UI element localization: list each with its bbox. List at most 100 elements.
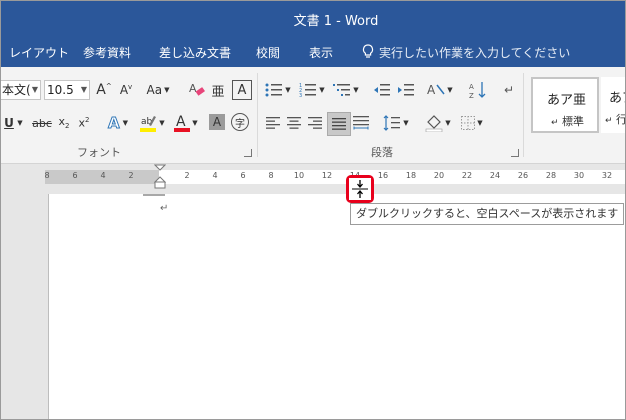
justify-icon	[332, 118, 346, 130]
underline-icon: U	[4, 116, 14, 130]
underline-dropdown[interactable]: ▼	[15, 112, 25, 134]
group-separator	[257, 73, 258, 157]
tell-me-text: 実行したい作業を入力してください	[379, 46, 571, 60]
clear-formatting-button[interactable]: A	[187, 80, 207, 100]
borders-button[interactable]: ▼	[457, 112, 487, 134]
change-case-button[interactable]: Aa ▼	[143, 80, 173, 100]
chevron-down-icon: ▼	[122, 119, 128, 127]
numbering-button[interactable]: 1 2 3 ▼	[297, 79, 327, 101]
asian-layout-button[interactable]: A ▼	[425, 79, 455, 101]
decrease-indent-button[interactable]	[371, 79, 393, 101]
font-dialog-launcher[interactable]	[244, 149, 252, 157]
chevron-down-icon: ▼	[159, 119, 165, 127]
distributed-icon	[353, 116, 369, 130]
ruler-tick-label: 16	[377, 171, 389, 180]
character-shading-button[interactable]: A	[209, 114, 225, 130]
ruler-tick-label: 20	[433, 171, 445, 180]
ruler-tick-label: 28	[545, 171, 557, 180]
chevron-down-icon: ▼	[447, 86, 453, 94]
ruby-icon: 亜	[211, 84, 225, 100]
grow-font-button[interactable]: A^	[95, 80, 113, 100]
tab-view[interactable]: 表示	[309, 44, 333, 61]
svg-text:A: A	[176, 114, 186, 130]
tell-me-box[interactable]: 実行したい作業を入力してください	[361, 44, 570, 61]
svg-text:A: A	[427, 83, 436, 97]
line-spacing-icon	[383, 115, 401, 131]
font-color-button[interactable]: A ▼	[173, 112, 199, 134]
page-corner-mark	[143, 194, 165, 196]
underline-button[interactable]: U	[3, 112, 15, 134]
whitespace-cursor-highlight	[346, 175, 374, 203]
bullets-button[interactable]: ▼	[263, 79, 293, 101]
character-border-icon: A	[237, 82, 247, 98]
superscript-button[interactable]: x2	[75, 112, 93, 134]
increase-indent-button[interactable]	[395, 79, 417, 101]
ruler-area: 86422468101214161820222426283032	[1, 164, 625, 194]
shrink-font-icon: Av	[119, 83, 133, 97]
eraser-icon: A	[189, 82, 205, 96]
tab-layout[interactable]: レイアウト	[9, 44, 69, 61]
ruler-tick-label: 6	[240, 171, 246, 180]
window-title: 文書 1 - Word	[293, 14, 379, 29]
font-name-combo[interactable]: 本文( ▼	[1, 80, 41, 100]
strikethrough-button[interactable]: abc	[31, 112, 53, 134]
word-window: 文書 1 - Word レイアウト 参考資料 差し込み文書 校閲 表示 実行した…	[0, 0, 626, 420]
font-size-combo[interactable]: 10.5 ▼	[44, 80, 90, 100]
horizontal-ruler[interactable]: 86422468101214161820222426283032	[44, 170, 625, 184]
document-page[interactable]: ↵	[48, 194, 625, 419]
tab-mailings[interactable]: 差し込み文書	[159, 44, 231, 61]
subscript-icon: x2	[58, 115, 70, 131]
distributed-button[interactable]	[351, 112, 371, 134]
tab-review[interactable]: 校閲	[256, 44, 280, 61]
paint-bucket-icon	[425, 115, 443, 132]
shading-button[interactable]: ▼	[423, 112, 453, 134]
ribbon: 本文( ▼ 10.5 ▼ A^ Av Aa ▼ A 亜 A U ▼ abc x2…	[1, 67, 625, 164]
chevron-down-icon: ▼	[17, 119, 23, 127]
ruler-tick-label: 4	[100, 171, 106, 180]
chevron-down-icon: ▼	[353, 86, 359, 94]
highlight-button[interactable]: ab ▼	[139, 112, 165, 134]
paragraph-dialog-launcher[interactable]	[511, 149, 519, 157]
show-formatting-marks-button[interactable]: ↵	[499, 79, 519, 101]
enclose-characters-button[interactable]: 字	[231, 113, 249, 131]
style-normal[interactable]: あア亜 ↵ 標準	[531, 77, 599, 133]
justify-button[interactable]	[327, 112, 351, 136]
indent-markers-icon[interactable]	[154, 164, 166, 190]
chevron-down-icon: ▼	[80, 85, 87, 94]
align-right-button[interactable]	[305, 112, 325, 134]
ruler-tick-label: 2	[184, 171, 190, 180]
font-group-label: フォント	[77, 146, 121, 159]
ruler-tick-label: 6	[72, 171, 78, 180]
numbering-icon: 1 2 3	[299, 83, 317, 98]
style-next[interactable]: あア ↵ 行	[601, 77, 625, 133]
tab-references[interactable]: 参考資料	[83, 44, 131, 61]
paragraph-group-label: 段落	[371, 146, 393, 159]
phonetic-guide-button[interactable]: 亜	[209, 79, 227, 101]
style-normal-sample: あア亜	[547, 93, 587, 108]
sort-button[interactable]: A Z	[467, 79, 489, 101]
highlighter-icon: ab	[140, 116, 157, 132]
ruler-tick-label: 8	[44, 171, 50, 180]
text-effects-button[interactable]: A ▼	[107, 112, 129, 134]
multilevel-list-button[interactable]: ▼	[331, 79, 361, 101]
subscript-button[interactable]: x2	[55, 112, 73, 134]
ruler-tick-label: 12	[321, 171, 333, 180]
sort-icon: A Z	[469, 82, 486, 99]
align-center-button[interactable]	[284, 112, 304, 134]
paragraph-mark-icon: ↵	[503, 83, 515, 97]
shrink-font-button[interactable]: Av	[117, 80, 135, 100]
svg-text:Z: Z	[469, 92, 474, 99]
decrease-indent-icon	[374, 84, 390, 96]
asian-layout-icon: A	[427, 83, 445, 97]
strikethrough-icon: abc	[32, 116, 52, 130]
chevron-down-icon: ▼	[164, 86, 170, 94]
svg-text:A: A	[469, 83, 474, 91]
align-left-button[interactable]	[263, 112, 283, 134]
align-left-icon	[266, 117, 280, 129]
line-spacing-button[interactable]: ▼	[381, 112, 411, 134]
character-border-button[interactable]: A	[232, 80, 252, 100]
title-bar: 文書 1 - Word	[1, 1, 625, 37]
ruler-tick-label: 26	[517, 171, 529, 180]
align-center-icon	[287, 117, 301, 129]
ribbon-tabs: レイアウト 参考資料 差し込み文書 校閲 表示 実行したい作業を入力してください	[1, 37, 625, 67]
